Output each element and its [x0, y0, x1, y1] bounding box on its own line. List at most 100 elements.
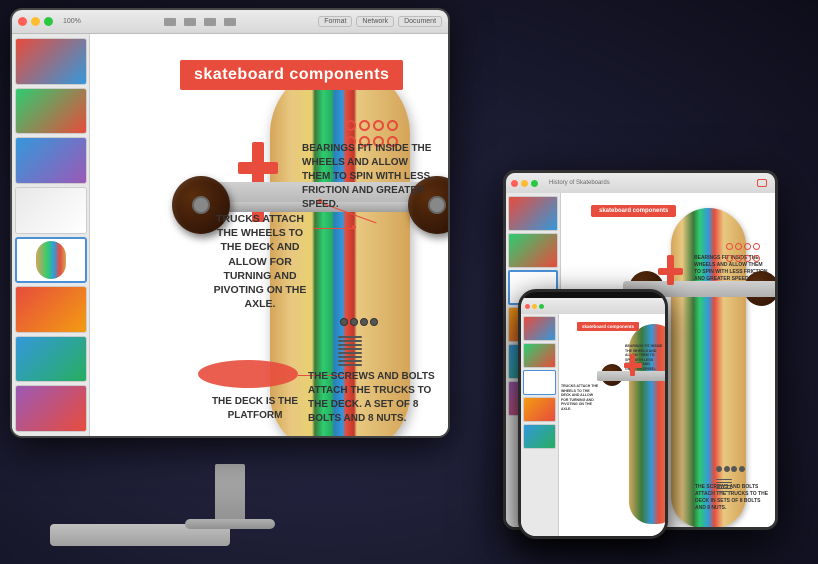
truck-connector-dot — [352, 225, 356, 229]
phone-device: skateboard components TRUCKS ATTACH THE … — [518, 289, 668, 539]
close-button[interactable] — [18, 17, 27, 26]
tablet-bearing-5 — [726, 255, 733, 262]
screw-line-6 — [338, 356, 362, 358]
screw-line-3 — [338, 344, 362, 346]
tablet-bearings-row — [726, 243, 760, 250]
monitor-toolbar: 100% Format Network Document — [12, 10, 448, 34]
screw-1 — [340, 318, 348, 326]
slide-thumbnail-4 — [16, 188, 86, 233]
phone-thumb-1[interactable] — [523, 316, 556, 341]
screw-line-4 — [338, 348, 362, 350]
slide-thumb-6[interactable] — [15, 286, 87, 333]
tablet-slide-title: skateboard components — [591, 205, 676, 217]
slide-thumb-8[interactable] — [15, 385, 87, 432]
screw-line-7 — [338, 360, 362, 362]
slide-thumb-7[interactable] — [15, 336, 87, 383]
tablet-bearing-6 — [735, 255, 742, 262]
phone-thumb-5[interactable] — [523, 424, 556, 449]
zoom-level: 100% — [63, 18, 81, 25]
deck-annotation: THE DECK IS THE PLATFORM — [200, 395, 310, 422]
phone-slide-title: skateboard components — [577, 322, 639, 331]
bearings-annotation: BEARINGS FIT INSIDE THE WHEELS AND ALLOW… — [302, 142, 432, 212]
media-icon — [224, 18, 236, 26]
tablet-screws — [716, 466, 745, 472]
tablet-bearing-2 — [735, 243, 742, 250]
tablet-bearing-8 — [753, 255, 760, 262]
tablet-thumb-1[interactable] — [508, 196, 558, 231]
tablet-thumb-2[interactable] — [508, 233, 558, 268]
format-button[interactable]: Format — [318, 16, 352, 27]
tablet-bearing-3 — [744, 243, 751, 250]
tablet-title: History of Skateboards — [549, 180, 754, 186]
phone-minimize[interactable] — [532, 304, 537, 309]
network-button[interactable]: Network — [356, 16, 394, 27]
tablet-minimize[interactable] — [521, 180, 528, 187]
monitor: 100% Format Network Document — [10, 8, 450, 438]
maximize-button[interactable] — [44, 17, 53, 26]
phone-main: skateboard components TRUCKS ATTACH THE … — [559, 314, 665, 536]
tablet-bearing-4 — [753, 243, 760, 250]
deck-oval — [198, 360, 298, 388]
tablet-play-btn[interactable] — [757, 179, 767, 187]
slide-title: skateboard components — [194, 66, 389, 83]
monitor-stand — [215, 464, 245, 524]
phone-thumb-4[interactable] — [523, 397, 556, 422]
slide-title-box: skateboard components — [180, 60, 403, 90]
monitor-content: skateboard components — [12, 34, 448, 436]
slide-thumbnail-1 — [16, 39, 86, 84]
phone-sidebar — [521, 314, 559, 536]
toolbar-icons — [164, 18, 236, 26]
slide-thumb-5[interactable] — [15, 237, 87, 284]
trucks-annotation: TRUCKS ATTACH THE WHEELS TO THE DECK AND… — [206, 212, 314, 311]
tablet-close[interactable] — [511, 180, 518, 187]
bearing-1 — [345, 120, 356, 131]
phone-trucks-text: TRUCKS ATTACH THE WHEELS TO THE DECK AND… — [561, 384, 599, 411]
screws-lines — [338, 336, 362, 366]
slide-thumbnail-5 — [17, 239, 85, 282]
bearing-2 — [359, 120, 370, 131]
slide-thumbnail-2 — [16, 89, 86, 134]
slide-thumb-4[interactable] — [15, 187, 87, 234]
screws-grid — [340, 318, 378, 326]
screw-line-1 — [338, 336, 362, 338]
screw-line-8 — [338, 364, 362, 366]
screws-annotation: THE SCREWS AND BOLTS ATTACH THE TRUCKS T… — [308, 370, 438, 426]
slide-thumb-3[interactable] — [15, 137, 87, 184]
phone-close[interactable] — [525, 304, 530, 309]
tablet-screw-lines — [716, 479, 732, 493]
phone-toolbar — [521, 298, 665, 314]
monitor-base — [185, 519, 275, 529]
bearing-4 — [387, 120, 398, 131]
main-slide: skateboard components — [90, 34, 448, 436]
screw-line-5 — [338, 352, 362, 354]
slide-thumbnail-6 — [16, 287, 86, 332]
truck-connector-line — [313, 228, 353, 229]
phone-truck-icon — [624, 354, 642, 376]
slide-thumbnail-7 — [16, 337, 86, 382]
phone-content: skateboard components TRUCKS ATTACH THE … — [521, 314, 665, 536]
text-icon — [184, 18, 196, 26]
slide-thumb-1[interactable] — [15, 38, 87, 85]
screws-grid-inner — [340, 318, 378, 326]
screw-3 — [360, 318, 368, 326]
phone-thumb-3[interactable] — [523, 370, 556, 395]
phone-maximize[interactable] — [539, 304, 544, 309]
screw-2 — [350, 318, 358, 326]
tablet-truck-icon — [658, 255, 683, 285]
bearing-3 — [373, 120, 384, 131]
tablet-maximize[interactable] — [531, 180, 538, 187]
tablet-toolbar: History of Skateboards — [506, 173, 775, 193]
minimize-button[interactable] — [31, 17, 40, 26]
slide-thumbnail-3 — [16, 138, 86, 183]
phone-notch — [568, 292, 618, 298]
slide-thumb-2[interactable] — [15, 88, 87, 135]
slide-thumbnail-8 — [16, 386, 86, 431]
tablet-bearing-7 — [744, 255, 751, 262]
document-button[interactable]: Document — [398, 16, 442, 27]
phone-thumb-2[interactable] — [523, 343, 556, 368]
tablet-bearings-row-2 — [726, 255, 760, 262]
tablet-screws-text: THE SCREWS AND BOLTS ATTACH THE TRUCKS T… — [695, 484, 770, 512]
screw-4 — [370, 318, 378, 326]
table-icon — [164, 18, 176, 26]
shape-icon — [204, 18, 216, 26]
